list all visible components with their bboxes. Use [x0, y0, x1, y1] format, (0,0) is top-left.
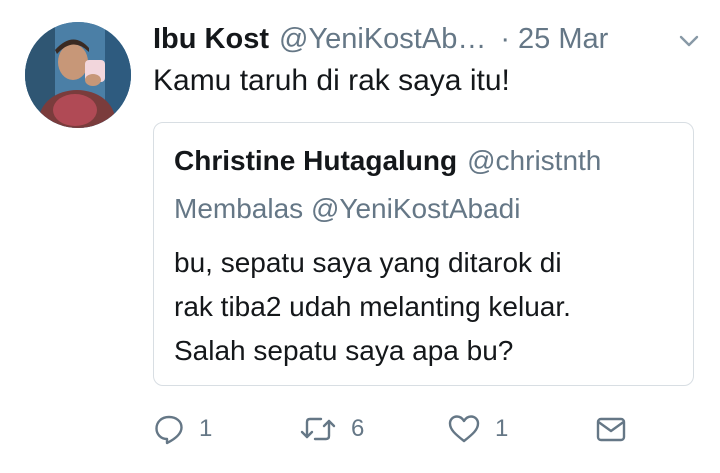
- tweet-header: Ibu Kost @YeniKostAb… · 25 Mar: [153, 18, 701, 60]
- reply-context: Membalas @YeniKostAbadi: [174, 193, 521, 224]
- header-separator: ·: [500, 22, 510, 55]
- action-bar: 1 6 1: [153, 404, 701, 454]
- avatar[interactable]: [25, 22, 131, 128]
- retweet-button[interactable]: 6: [299, 404, 364, 454]
- message-icon: [596, 417, 626, 442]
- timestamp[interactable]: 25 Mar: [518, 23, 608, 56]
- tweet-text: Kamu taruh di rak saya itu!: [153, 64, 510, 97]
- quoted-author-name: Christine Hutagalung: [174, 145, 458, 176]
- quoted-tweet[interactable]: Christine Hutagalung @christnth Membalas…: [153, 122, 694, 386]
- avatar-photo: [25, 22, 131, 128]
- direct-message-button[interactable]: [595, 404, 627, 454]
- like-icon: [448, 415, 480, 443]
- author-name[interactable]: Ibu Kost: [153, 23, 269, 56]
- quoted-text-line: rak tiba2 udah melanting keluar.: [174, 291, 571, 322]
- like-count: 1: [495, 415, 509, 442]
- reply-icon: [155, 415, 183, 445]
- quoted-tweet-text: bu, sepatu saya yang ditarok di rak tiba…: [174, 241, 571, 373]
- quoted-author-handle: @christnth: [467, 145, 602, 176]
- author-handle[interactable]: @YeniKostAb…: [279, 23, 486, 56]
- quoted-text-line: bu, sepatu saya yang ditarok di: [174, 247, 562, 278]
- reply-count: 1: [199, 415, 213, 442]
- reply-button[interactable]: 1: [153, 404, 212, 454]
- like-button[interactable]: 1: [447, 404, 508, 454]
- retweet-icon: [300, 417, 336, 441]
- quoted-tweet-header: Christine Hutagalung @christnth: [174, 145, 601, 177]
- retweet-count: 6: [351, 415, 365, 442]
- chevron-down-icon[interactable]: [677, 28, 701, 52]
- quoted-text-line: Salah sepatu saya apa bu?: [174, 335, 514, 366]
